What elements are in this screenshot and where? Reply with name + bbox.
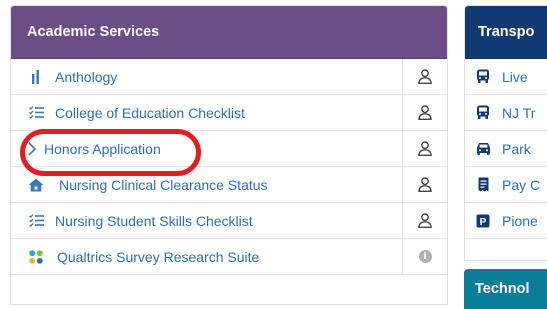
parking-link[interactable]: Park xyxy=(465,131,547,166)
checklist-icon xyxy=(27,104,45,122)
college-of-education-checklist-label: College of Education Checklist xyxy=(55,104,245,121)
grid-dots-icon xyxy=(27,248,45,266)
qualtrics-survey-research-suite-link[interactable]: Qualtrics Survey Research Suite xyxy=(11,239,403,274)
list-item-college-of-education-checklist[interactable]: College of Education Checklist xyxy=(11,95,447,131)
car-icon xyxy=(474,140,492,158)
college-of-education-checklist-person-button[interactable] xyxy=(403,95,447,130)
college-of-education-checklist-link[interactable]: College of Education Checklist xyxy=(11,95,403,130)
nj-transit-link[interactable]: NJ Tr xyxy=(465,95,547,130)
person-icon xyxy=(418,213,432,228)
honors-application-person-button[interactable] xyxy=(403,131,447,166)
nj-transit-label: NJ Tr xyxy=(502,104,536,121)
pioneer-link[interactable]: P Pione xyxy=(465,203,547,238)
bar-chart-icon xyxy=(27,68,45,86)
list-item-anthology[interactable]: Anthology xyxy=(11,59,447,95)
transportation-panel: Transpo Live NJ Tr Park Pay C P Pione xyxy=(464,5,547,261)
parking-icon: P xyxy=(474,212,492,230)
nursing-clinical-clearance-status-person-button[interactable] xyxy=(403,167,447,202)
anthology-person-button[interactable] xyxy=(403,59,447,94)
svg-text:P: P xyxy=(480,217,487,228)
list-item-parking[interactable]: Park xyxy=(465,131,547,167)
parking-label: Park xyxy=(502,140,531,157)
live-link[interactable]: Live xyxy=(465,59,547,94)
list-item-honors-application[interactable]: Honors Application xyxy=(11,131,447,167)
list-item-qualtrics-survey-research-suite[interactable]: Qualtrics Survey Research Suite i xyxy=(11,239,447,275)
nursing-student-skills-checklist-person-button[interactable] xyxy=(403,203,447,238)
nursing-student-skills-checklist-link[interactable]: Nursing Student Skills Checklist xyxy=(11,203,403,238)
academic-services-list: Anthology College of Education Checklist xyxy=(11,59,447,275)
list-item-nursing-clinical-clearance-status[interactable]: Nursing Clinical Clearance Status xyxy=(11,167,447,203)
chevron-right-icon xyxy=(23,140,41,158)
transportation-list: Live NJ Tr Park Pay C P Pione xyxy=(465,59,547,239)
honors-application-link[interactable]: Honors Application xyxy=(11,131,403,166)
person-icon xyxy=(418,177,432,192)
pioneer-label: Pione xyxy=(502,212,538,229)
nursing-clinical-clearance-status-label: Nursing Clinical Clearance Status xyxy=(59,176,268,193)
pay-citation-link[interactable]: Pay C xyxy=(465,167,547,202)
anthology-label: Anthology xyxy=(55,68,118,85)
list-item-pioneer[interactable]: P Pione xyxy=(465,203,547,239)
list-item-live[interactable]: Live xyxy=(465,59,547,95)
person-icon xyxy=(418,69,432,84)
home-icon xyxy=(27,176,45,194)
bus-icon xyxy=(474,104,492,122)
technology-header: Technol xyxy=(464,269,547,309)
list-item-pay-citation[interactable]: Pay C xyxy=(465,167,547,203)
anthology-link[interactable]: Anthology xyxy=(11,59,403,94)
info-icon: i xyxy=(418,250,432,263)
nursing-clinical-clearance-status-link[interactable]: Nursing Clinical Clearance Status xyxy=(11,167,403,202)
academic-services-header: Academic Services xyxy=(11,6,447,59)
live-label: Live xyxy=(502,68,528,85)
qualtrics-survey-research-suite-label: Qualtrics Survey Research Suite xyxy=(57,248,260,265)
nursing-student-skills-checklist-label: Nursing Student Skills Checklist xyxy=(55,212,253,229)
academic-services-panel: Academic Services Anthology College of E… xyxy=(10,5,448,305)
honors-application-label: Honors Application xyxy=(44,140,161,157)
receipt-icon xyxy=(474,176,492,194)
pay-citation-label: Pay C xyxy=(502,176,541,193)
checklist-icon xyxy=(27,212,45,230)
list-item-nj-transit[interactable]: NJ Tr xyxy=(465,95,547,131)
list-item-nursing-student-skills-checklist[interactable]: Nursing Student Skills Checklist xyxy=(11,203,447,239)
person-icon xyxy=(418,105,432,120)
person-icon xyxy=(418,141,432,156)
transportation-header: Transpo xyxy=(465,6,547,59)
qualtrics-info-button[interactable]: i xyxy=(403,239,447,274)
bus-icon xyxy=(474,68,492,86)
